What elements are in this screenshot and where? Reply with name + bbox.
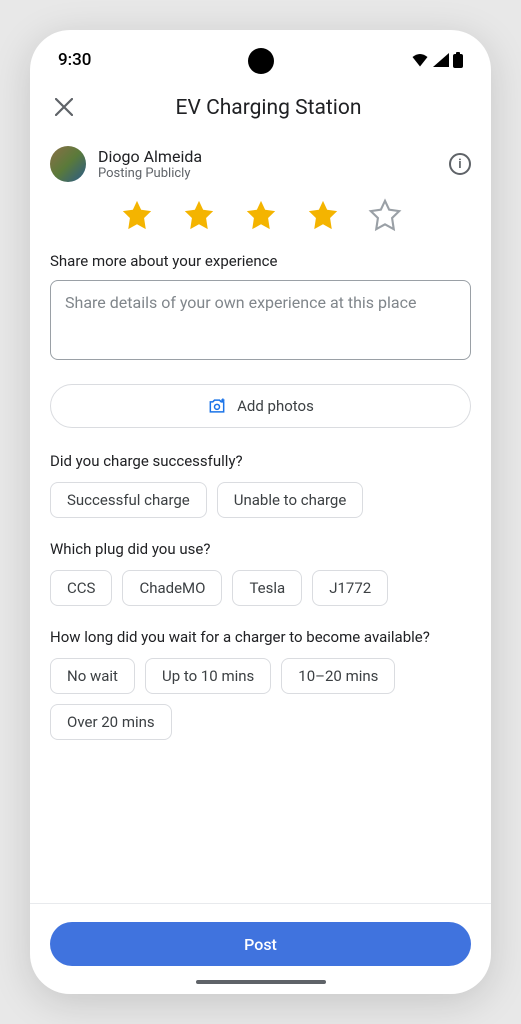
chip-no-wait[interactable]: No wait	[50, 658, 135, 694]
content-scroll[interactable]: Diogo Almeida Posting Publicly i Share m…	[30, 136, 491, 903]
star-5[interactable]	[368, 198, 402, 232]
chip-unable-to-charge[interactable]: Unable to charge	[217, 482, 364, 518]
footer: Post	[30, 903, 491, 994]
question-plug-text: Which plug did you use?	[50, 540, 471, 558]
user-posting-status: Posting Publicly	[98, 166, 437, 181]
signal-icon	[433, 53, 449, 67]
chip-successful-charge[interactable]: Successful charge	[50, 482, 207, 518]
chip-10-20[interactable]: 10–20 mins	[281, 658, 395, 694]
phone-frame: 9:30 EV Charging Station Diogo Almeida P…	[30, 30, 491, 994]
chip-chademo[interactable]: ChadeMO	[122, 570, 222, 606]
camera-cutout	[248, 48, 274, 74]
add-photos-label: Add photos	[237, 397, 314, 415]
experience-textarea[interactable]	[50, 280, 471, 360]
chip-j1772[interactable]: J1772	[312, 570, 388, 606]
battery-icon	[453, 52, 463, 68]
star-3[interactable]	[244, 198, 278, 232]
status-icons	[411, 52, 463, 68]
star-4[interactable]	[306, 198, 340, 232]
home-indicator[interactable]	[196, 980, 326, 984]
add-photos-button[interactable]: Add photos	[50, 384, 471, 428]
chip-ccs[interactable]: CCS	[50, 570, 112, 606]
star-2[interactable]	[182, 198, 216, 232]
user-info: Diogo Almeida Posting Publicly	[98, 147, 437, 181]
chip-over-20[interactable]: Over 20 mins	[50, 704, 172, 740]
star-rating	[30, 188, 491, 252]
star-1[interactable]	[120, 198, 154, 232]
question-plug: Which plug did you use? CCS ChadeMO Tesl…	[30, 540, 491, 628]
chip-up-to-10[interactable]: Up to 10 mins	[145, 658, 271, 694]
experience-label: Share more about your experience	[30, 252, 491, 280]
user-name: Diogo Almeida	[98, 147, 437, 166]
chip-tesla[interactable]: Tesla	[232, 570, 302, 606]
post-button[interactable]: Post	[50, 922, 471, 966]
status-time: 9:30	[58, 50, 91, 70]
info-icon[interactable]: i	[449, 153, 471, 175]
camera-plus-icon	[207, 396, 227, 416]
question-charge-text: Did you charge successfully?	[50, 452, 471, 470]
question-wait-text: How long did you wait for a charger to b…	[50, 628, 471, 646]
question-wait: How long did you wait for a charger to b…	[30, 628, 491, 762]
question-charge: Did you charge successfully? Successful …	[30, 452, 491, 540]
user-row: Diogo Almeida Posting Publicly i	[30, 136, 491, 188]
page-title: EV Charging Station	[66, 96, 471, 120]
avatar[interactable]	[50, 146, 86, 182]
header: EV Charging Station	[30, 80, 491, 136]
wifi-icon	[411, 53, 429, 67]
